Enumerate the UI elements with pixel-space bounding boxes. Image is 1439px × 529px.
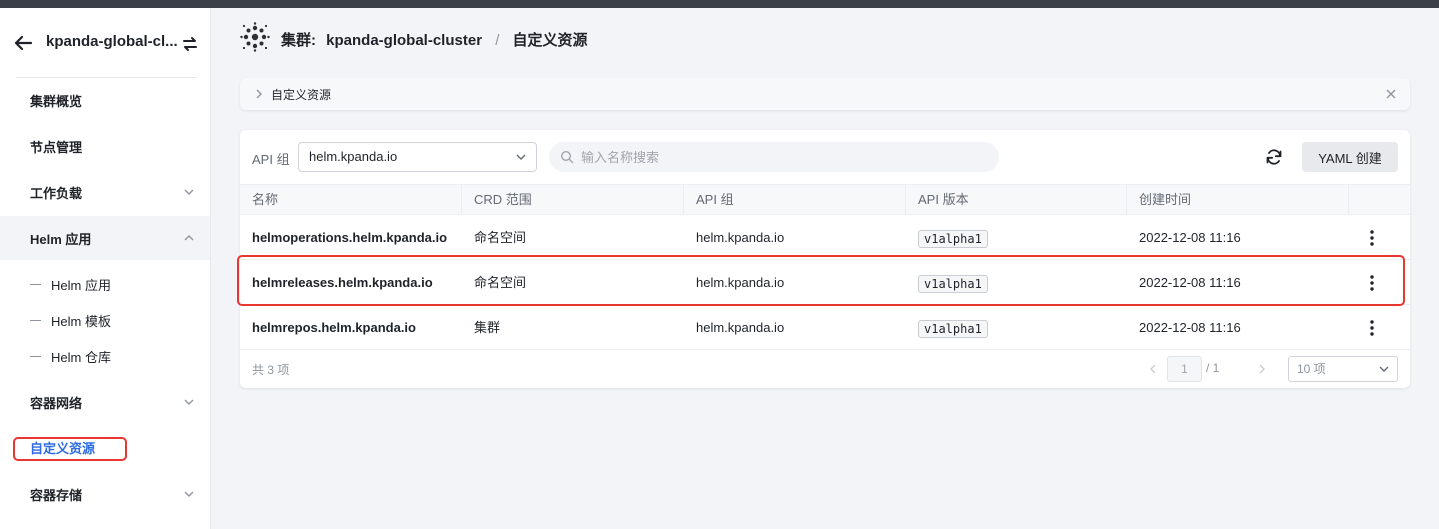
sidebar-header: kpanda-global-cl... <box>0 8 211 78</box>
breadcrumb-page: 自定义资源 <box>512 32 588 49</box>
page-total: / 1 <box>1206 361 1220 375</box>
resource-list-card: API 组 helm.kpanda.io YAML 创建 名称 CRD 范围 A… <box>237 130 1410 388</box>
info-bar-label: 自定义资源 <box>271 88 332 102</box>
created-time: 2022-12-08 11:16 <box>1139 230 1241 245</box>
switch-cluster-icon[interactable] <box>180 34 200 54</box>
dash-icon <box>30 355 41 357</box>
row-highlight-box <box>237 255 1405 306</box>
api-group-select[interactable]: helm.kpanda.io <box>298 142 537 172</box>
sidebar-item-label: 节点管理 <box>30 139 83 155</box>
column-header-name: 名称 <box>240 185 462 214</box>
sidebar-item-container-storage[interactable]: 容器存储 <box>0 472 210 516</box>
search-icon <box>560 150 574 164</box>
sidebar-item-container-network[interactable]: 容器网络 <box>0 380 210 424</box>
close-icon[interactable] <box>1384 87 1398 101</box>
sidebar-item-label: 容器网络 <box>30 395 83 411</box>
yaml-create-button[interactable]: YAML 创建 <box>1302 142 1398 172</box>
sidebar-item-label: Helm 应用 <box>30 231 92 247</box>
created-time: 2022-12-08 11:16 <box>1139 320 1241 335</box>
resource-name-link[interactable]: helmoperations.helm.kpanda.io <box>240 215 447 260</box>
dash-icon <box>30 283 41 285</box>
sidebar-item-node-management[interactable]: 节点管理 <box>0 124 210 168</box>
page-number-input[interactable]: 1 <box>1167 356 1202 382</box>
sidebar-subitem-label: Helm 仓库 <box>51 349 111 365</box>
refresh-icon[interactable] <box>1264 147 1284 167</box>
column-header-actions <box>1349 185 1410 214</box>
sidebar-item-custom-resources[interactable]: 自定义资源 <box>30 439 95 459</box>
column-header-crd-scope: CRD 范围 <box>462 185 684 214</box>
api-version-cell: v1alpha1 <box>906 215 988 260</box>
chevron-down-icon <box>184 189 194 195</box>
chevron-right-icon[interactable] <box>1255 362 1269 376</box>
resource-name-link[interactable]: helmrepos.helm.kpanda.io <box>240 305 416 350</box>
more-actions-icon[interactable] <box>1365 228 1379 248</box>
page-size-select[interactable]: 10 项 <box>1288 356 1398 382</box>
chevron-down-icon <box>516 154 526 160</box>
sidebar-item-helm-apps[interactable]: Helm 应用 <box>0 216 210 260</box>
api-group: helm.kpanda.io <box>696 320 785 335</box>
cluster-icon <box>240 22 270 52</box>
info-bar[interactable]: 自定义资源 <box>240 78 1410 110</box>
sidebar-subitem-helm-repos[interactable]: Helm 仓库 <box>30 338 111 374</box>
column-header-api-group: API 组 <box>684 185 906 214</box>
sidebar-item-label: 工作负载 <box>30 185 83 201</box>
chevron-left-icon[interactable] <box>1146 362 1160 376</box>
sidebar-item-label: 容器存储 <box>30 487 83 503</box>
total-count: 共 3 项 <box>252 363 290 377</box>
more-actions-icon[interactable] <box>1365 318 1379 338</box>
chevron-down-icon <box>184 491 194 497</box>
sidebar-subitem-label: Helm 应用 <box>51 277 111 293</box>
breadcrumb-cluster[interactable]: kpanda-global-cluster <box>326 32 482 49</box>
sidebar-subitem-label: Helm 模板 <box>51 313 111 329</box>
chevron-down-icon <box>184 399 194 405</box>
table-row[interactable]: helmrepos.helm.kpanda.io 集群 helm.kpanda.… <box>240 305 1410 350</box>
back-arrow-icon[interactable] <box>12 32 34 54</box>
chevron-right-icon[interactable] <box>252 87 266 101</box>
table-row[interactable]: helmoperations.helm.kpanda.io 命名空间 helm.… <box>240 215 1410 260</box>
api-group-label: API 组 <box>252 152 290 167</box>
sidebar-item-label: 集群概览 <box>30 93 83 109</box>
crd-scope: 集群 <box>474 320 501 335</box>
api-group: helm.kpanda.io <box>696 230 785 245</box>
api-version-tag: v1alpha1 <box>918 229 988 248</box>
column-header-created: 创建时间 <box>1127 185 1349 214</box>
breadcrumb-prefix: 集群: <box>281 32 316 49</box>
api-group-value: helm.kpanda.io <box>309 149 398 164</box>
top-bar <box>0 0 1439 8</box>
sidebar-subitem-helm-templates[interactable]: Helm 模板 <box>30 302 111 338</box>
sidebar-subitem-helm-apps[interactable]: Helm 应用 <box>30 266 111 302</box>
breadcrumb-separator: / <box>495 32 500 49</box>
crd-scope: 命名空间 <box>474 230 527 245</box>
search-input[interactable] <box>549 142 999 172</box>
page-size-value: 10 项 <box>1297 362 1326 376</box>
chevron-up-icon <box>184 235 194 241</box>
table-header: 名称 CRD 范围 API 组 API 版本 创建时间 <box>240 184 1410 215</box>
chevron-down-icon <box>1379 366 1389 372</box>
sidebar: kpanda-global-cl... 集群概览 节点管理 工作负载 Helm … <box>0 8 211 529</box>
cluster-name: kpanda-global-cl... <box>46 33 178 50</box>
sidebar-item-cluster-overview[interactable]: 集群概览 <box>0 78 210 122</box>
sidebar-item-workloads[interactable]: 工作负载 <box>0 170 210 214</box>
dash-icon <box>30 319 41 321</box>
breadcrumb: 集群: kpanda-global-cluster / 自定义资源 <box>281 29 588 50</box>
api-version-tag: v1alpha1 <box>918 319 988 338</box>
api-version-cell: v1alpha1 <box>906 305 988 350</box>
column-header-api-version: API 版本 <box>906 185 1127 214</box>
